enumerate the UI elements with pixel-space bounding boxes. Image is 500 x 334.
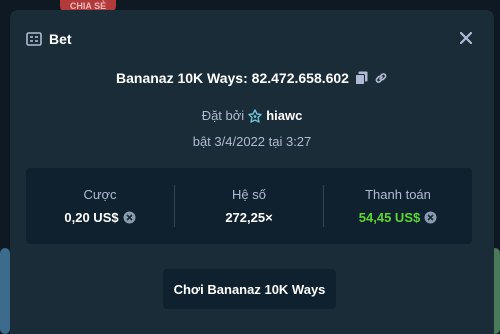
copy-icon[interactable] [354, 71, 368, 85]
username: hiawc [266, 108, 303, 123]
placed-by-label: Đặt bởi [201, 108, 245, 123]
modal-title: Bet [49, 31, 72, 47]
currency-icon [424, 211, 437, 224]
game-name: Bananaz 10K Ways [116, 70, 244, 86]
stat-payout: Thanh toán 54,45 US$ [324, 187, 472, 225]
bet-amount-value: 0,20 US$ [64, 210, 136, 225]
bet-amount-label: Cược [83, 187, 117, 202]
stat-bet: Cược 0,20 US$ [26, 187, 174, 225]
payout-amount-text: 54,45 US$ [358, 210, 421, 225]
stat-multiplier: Hệ số 272,25× [175, 187, 323, 225]
play-game-button[interactable]: Chơi Bananaz 10K Ways [163, 269, 336, 309]
ticket-icon [26, 31, 42, 47]
user-link[interactable]: hiawc [248, 108, 302, 123]
payout-value: 54,45 US$ [359, 210, 437, 225]
modal-header: Bet [10, 10, 494, 68]
placed-by: Đặt bởi hiawc [10, 108, 494, 123]
payout-label: Thanh toán [365, 187, 431, 202]
bet-id: 82.472.658.602 [251, 70, 349, 86]
separator: : [243, 70, 252, 86]
multiplier-label: Hệ số [232, 187, 266, 202]
bet-stats-panel: Cược 0,20 US$ Hệ số 272,25× Thanh toán 5… [26, 168, 472, 244]
bet-identifier: Bananaz 10K Ways: 82.472.658.602 [10, 68, 494, 88]
bet-timestamp: bật 3/4/2022 tại 3:27 [192, 134, 312, 149]
bet-modal: Bet Bananaz 10K Ways: 82.472.658.602 Đặt… [10, 10, 494, 334]
bet-amount-text: 0,20 US$ [64, 210, 119, 225]
link-icon[interactable] [374, 71, 388, 85]
background-game-tile [0, 248, 10, 334]
currency-icon [123, 211, 136, 224]
close-icon[interactable] [458, 30, 474, 46]
crown-icon [248, 108, 266, 123]
multiplier-value: 272,25× [225, 210, 273, 225]
